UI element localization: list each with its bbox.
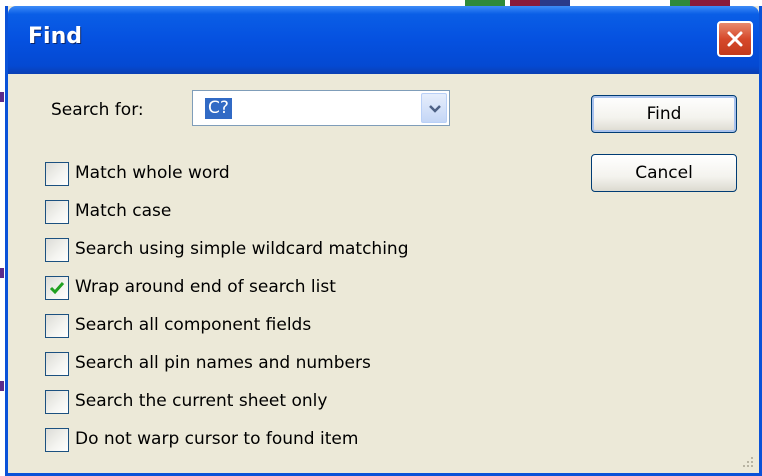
chevron-down-icon [429, 105, 441, 113]
checkbox[interactable] [45, 352, 69, 376]
checkbox[interactable] [45, 390, 69, 414]
option-label: Match whole word [75, 163, 230, 183]
checkbox[interactable] [45, 238, 69, 262]
checkbox[interactable] [45, 200, 69, 224]
cancel-button[interactable]: Cancel [591, 154, 737, 192]
option-label: Match case [75, 201, 172, 221]
close-icon [727, 31, 743, 47]
find-dialog: Find Search for: C? Find Cancel Match wh… [5, 6, 762, 476]
checkbox[interactable] [45, 428, 69, 452]
resize-grip-icon[interactable] [739, 453, 755, 469]
title-bar[interactable]: Find [8, 6, 759, 74]
option-label: Search the current sheet only [75, 391, 328, 411]
option-label: Do not warp cursor to found item [75, 429, 359, 449]
background-edge-mark [0, 381, 4, 391]
option-label: Wrap around end of search list [75, 277, 336, 297]
search-input-value[interactable]: C? [205, 98, 232, 119]
dropdown-button[interactable] [421, 93, 447, 123]
close-button[interactable] [717, 21, 753, 57]
dialog-title: Find [28, 24, 82, 49]
background-edge-mark [0, 92, 4, 102]
option-label: Search all component fields [75, 315, 312, 335]
checkbox[interactable] [45, 314, 69, 338]
search-combobox[interactable]: C? [192, 90, 450, 126]
find-button[interactable]: Find [591, 95, 737, 133]
checkmark-icon [49, 282, 65, 295]
option-label: Search using simple wildcard matching [75, 239, 409, 259]
checkbox[interactable] [45, 162, 69, 186]
option-label: Search all pin names and numbers [75, 353, 371, 373]
checkbox-checked[interactable] [45, 276, 69, 300]
search-for-label: Search for: [51, 100, 144, 120]
background-edge-mark [0, 268, 4, 278]
